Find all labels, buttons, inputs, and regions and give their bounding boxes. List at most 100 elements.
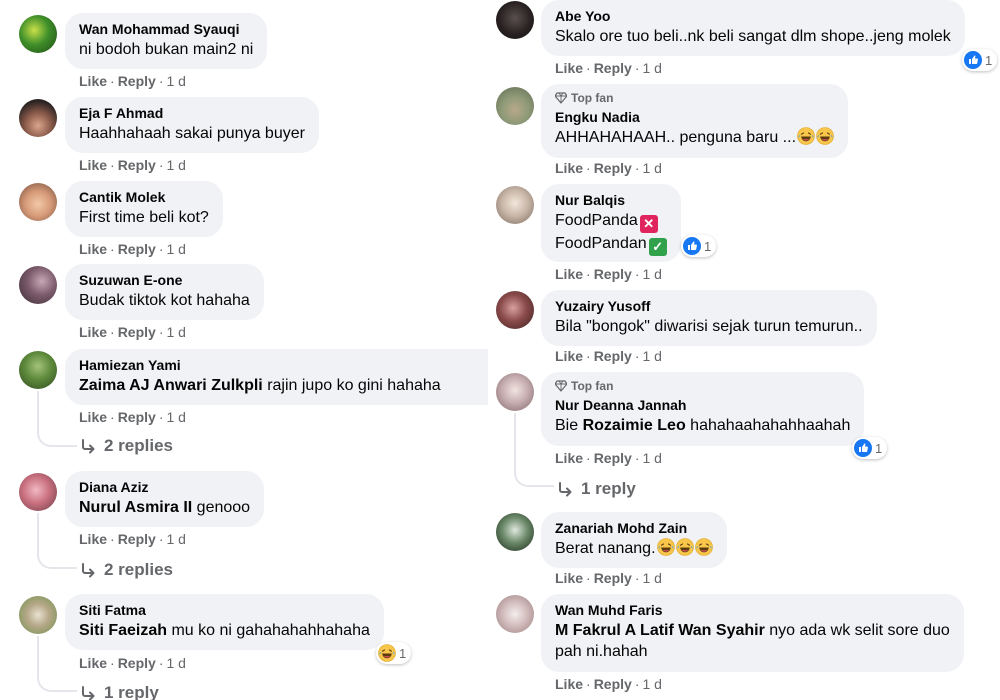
reply-button[interactable]: Reply (594, 266, 632, 282)
like-button[interactable]: Like (79, 531, 107, 547)
reaction-summary[interactable]: 1 (376, 642, 412, 664)
comment: Hamiezan Yami Zaima AJ Anwari Zulkpli ra… (0, 336, 488, 460)
commenter-name[interactable]: Siti Fatma (79, 601, 370, 620)
reply-button[interactable]: Reply (594, 450, 632, 466)
reaction-summary[interactable]: 1 (852, 437, 888, 459)
avatar[interactable] (496, 373, 534, 411)
comment-bubble: Abe Yoo Skalo ore tuo beli..nk beli sang… (541, 0, 965, 56)
avatar[interactable] (496, 595, 534, 633)
commenter-name[interactable]: Abe Yoo (555, 7, 951, 26)
avatar[interactable] (19, 183, 57, 221)
mention-tag[interactable]: Zaima AJ Anwari Zulkpli (79, 377, 263, 394)
comment-text-line: FoodPandan ✓ (555, 233, 667, 256)
like-button[interactable]: Like (555, 676, 583, 692)
avatar[interactable] (19, 266, 57, 304)
like-button[interactable]: Like (555, 266, 583, 282)
diamond-icon (555, 380, 567, 392)
avatar[interactable] (19, 15, 57, 53)
avatar[interactable] (19, 99, 57, 137)
like-button[interactable]: Like (79, 655, 107, 671)
comment-time[interactable]: 1 d (642, 160, 661, 176)
avatar[interactable] (496, 291, 534, 329)
commenter-name[interactable]: Wan Mohammad Syauqi (79, 20, 253, 39)
comment-bubble: Siti Fatma Siti Faeizah mu ko ni gahahah… (65, 594, 384, 650)
mention-tag[interactable]: Siti Faeizah (79, 622, 167, 639)
view-replies-link[interactable]: 2 replies (80, 436, 173, 456)
haha-reaction-icon (378, 644, 396, 662)
like-button[interactable]: Like (555, 348, 583, 364)
reply-button[interactable]: Reply (594, 60, 632, 76)
cross-mark-icon: ✕ (639, 215, 658, 233)
comment-bubble: Hamiezan Yami Zaima AJ Anwari Zulkpli ra… (65, 349, 488, 405)
comment-bubble: Top fan Nur Deanna Jannah Bie Rozaimie L… (541, 372, 865, 446)
view-replies-link[interactable]: 1 reply (557, 479, 636, 499)
comment-bubble: Yuzairy Yusoff Bila "bongok" diwarisi se… (541, 290, 877, 346)
comment-time[interactable]: 1 d (642, 450, 661, 466)
avatar[interactable] (496, 513, 534, 551)
like-button[interactable]: Like (555, 60, 583, 76)
mention-tag[interactable]: M Fakrul A Latif Wan Syahir (555, 622, 765, 639)
comment: Yuzairy Yusoff Bila "bongok" diwarisi se… (490, 288, 1000, 372)
reply-button[interactable]: Reply (594, 676, 632, 692)
comment-bubble: Cantik Molek First time beli kot? (65, 181, 223, 237)
commenter-name[interactable]: Zanariah Mohd Zain (555, 519, 713, 538)
laughing-emoji-icon (657, 538, 675, 556)
comment-time[interactable]: 1 d (642, 676, 661, 692)
commenter-name[interactable]: Nur Balqis (555, 191, 667, 210)
reaction-summary[interactable]: 1 (681, 235, 717, 257)
diamond-icon (555, 92, 567, 104)
comment-actions: Like · Reply · 1 d (555, 348, 662, 364)
comment: Wan Muhd Faris M Fakrul A Latif Wan Syah… (490, 594, 1000, 700)
commenter-name[interactable]: Wan Muhd Faris (555, 601, 950, 620)
comment-actions: Like · Reply · 1 d (555, 60, 662, 76)
comment-text: Haahhahaah sakai punya buyer (79, 125, 305, 142)
commenter-name[interactable]: Suzuwan E-one (79, 271, 250, 290)
reply-button[interactable]: Reply (594, 570, 632, 586)
view-replies-link[interactable]: 1 reply (80, 683, 159, 700)
comment-text: Berat nanang. (555, 538, 713, 559)
like-button[interactable]: Like (555, 570, 583, 586)
comment: Wan Mohammad Syauqi ni bodoh bukan main2… (0, 0, 488, 90)
reply-button[interactable]: Reply (594, 348, 632, 364)
like-button[interactable]: Like (555, 450, 583, 466)
commenter-name[interactable]: Cantik Molek (79, 188, 209, 207)
like-button[interactable]: Like (555, 160, 583, 176)
check-mark-icon: ✓ (648, 238, 667, 256)
view-replies-link[interactable]: 2 replies (80, 560, 173, 580)
reply-button[interactable]: Reply (118, 409, 156, 425)
commenter-name[interactable]: Diana Aziz (79, 478, 250, 497)
avatar[interactable] (19, 596, 57, 634)
comment-time[interactable]: 1 d (642, 570, 661, 586)
left-comment-column: Wan Mohammad Syauqi ni bodoh bukan main2… (0, 0, 488, 700)
comment-bubble: Wan Muhd Faris M Fakrul A Latif Wan Syah… (541, 594, 964, 672)
reply-button[interactable]: Reply (594, 160, 632, 176)
comment-time[interactable]: 1 d (642, 266, 661, 282)
comment-time[interactable]: 1 d (166, 531, 185, 547)
laughing-emoji-icon (676, 538, 694, 556)
reply-button[interactable]: Reply (118, 655, 156, 671)
comment-time[interactable]: 1 d (642, 348, 661, 364)
comment-time[interactable]: 1 d (166, 409, 185, 425)
comment: Top fan Nur Deanna Jannah Bie Rozaimie L… (490, 372, 1000, 504)
reaction-summary[interactable]: 1 (962, 49, 998, 71)
reply-button[interactable]: Reply (118, 531, 156, 547)
commenter-name[interactable]: Yuzairy Yusoff (555, 297, 863, 316)
commenter-name[interactable]: Engku Nadia (555, 108, 834, 127)
comment-time[interactable]: 1 d (166, 655, 185, 671)
avatar[interactable] (19, 351, 57, 389)
reaction-count: 1 (704, 238, 712, 254)
commenter-name[interactable]: Hamiezan Yami (79, 356, 488, 375)
comment-text: ni bodoh bukan main2 ni (79, 41, 254, 58)
mention-tag[interactable]: Nurul Asmira II (79, 499, 192, 516)
avatar[interactable] (19, 473, 57, 511)
mention-tag[interactable]: Rozaimie Leo (583, 417, 686, 434)
avatar[interactable] (496, 1, 534, 39)
avatar[interactable] (496, 87, 534, 125)
commenter-name[interactable]: Eja F Ahmad (79, 104, 305, 123)
comment-time[interactable]: 1 d (642, 60, 661, 76)
avatar[interactable] (496, 186, 534, 224)
commenter-name[interactable]: Nur Deanna Jannah (555, 396, 850, 415)
comment-actions: Like · Reply · 1 d (555, 266, 662, 282)
like-button[interactable]: Like (79, 409, 107, 425)
reaction-count: 1 (985, 52, 993, 68)
